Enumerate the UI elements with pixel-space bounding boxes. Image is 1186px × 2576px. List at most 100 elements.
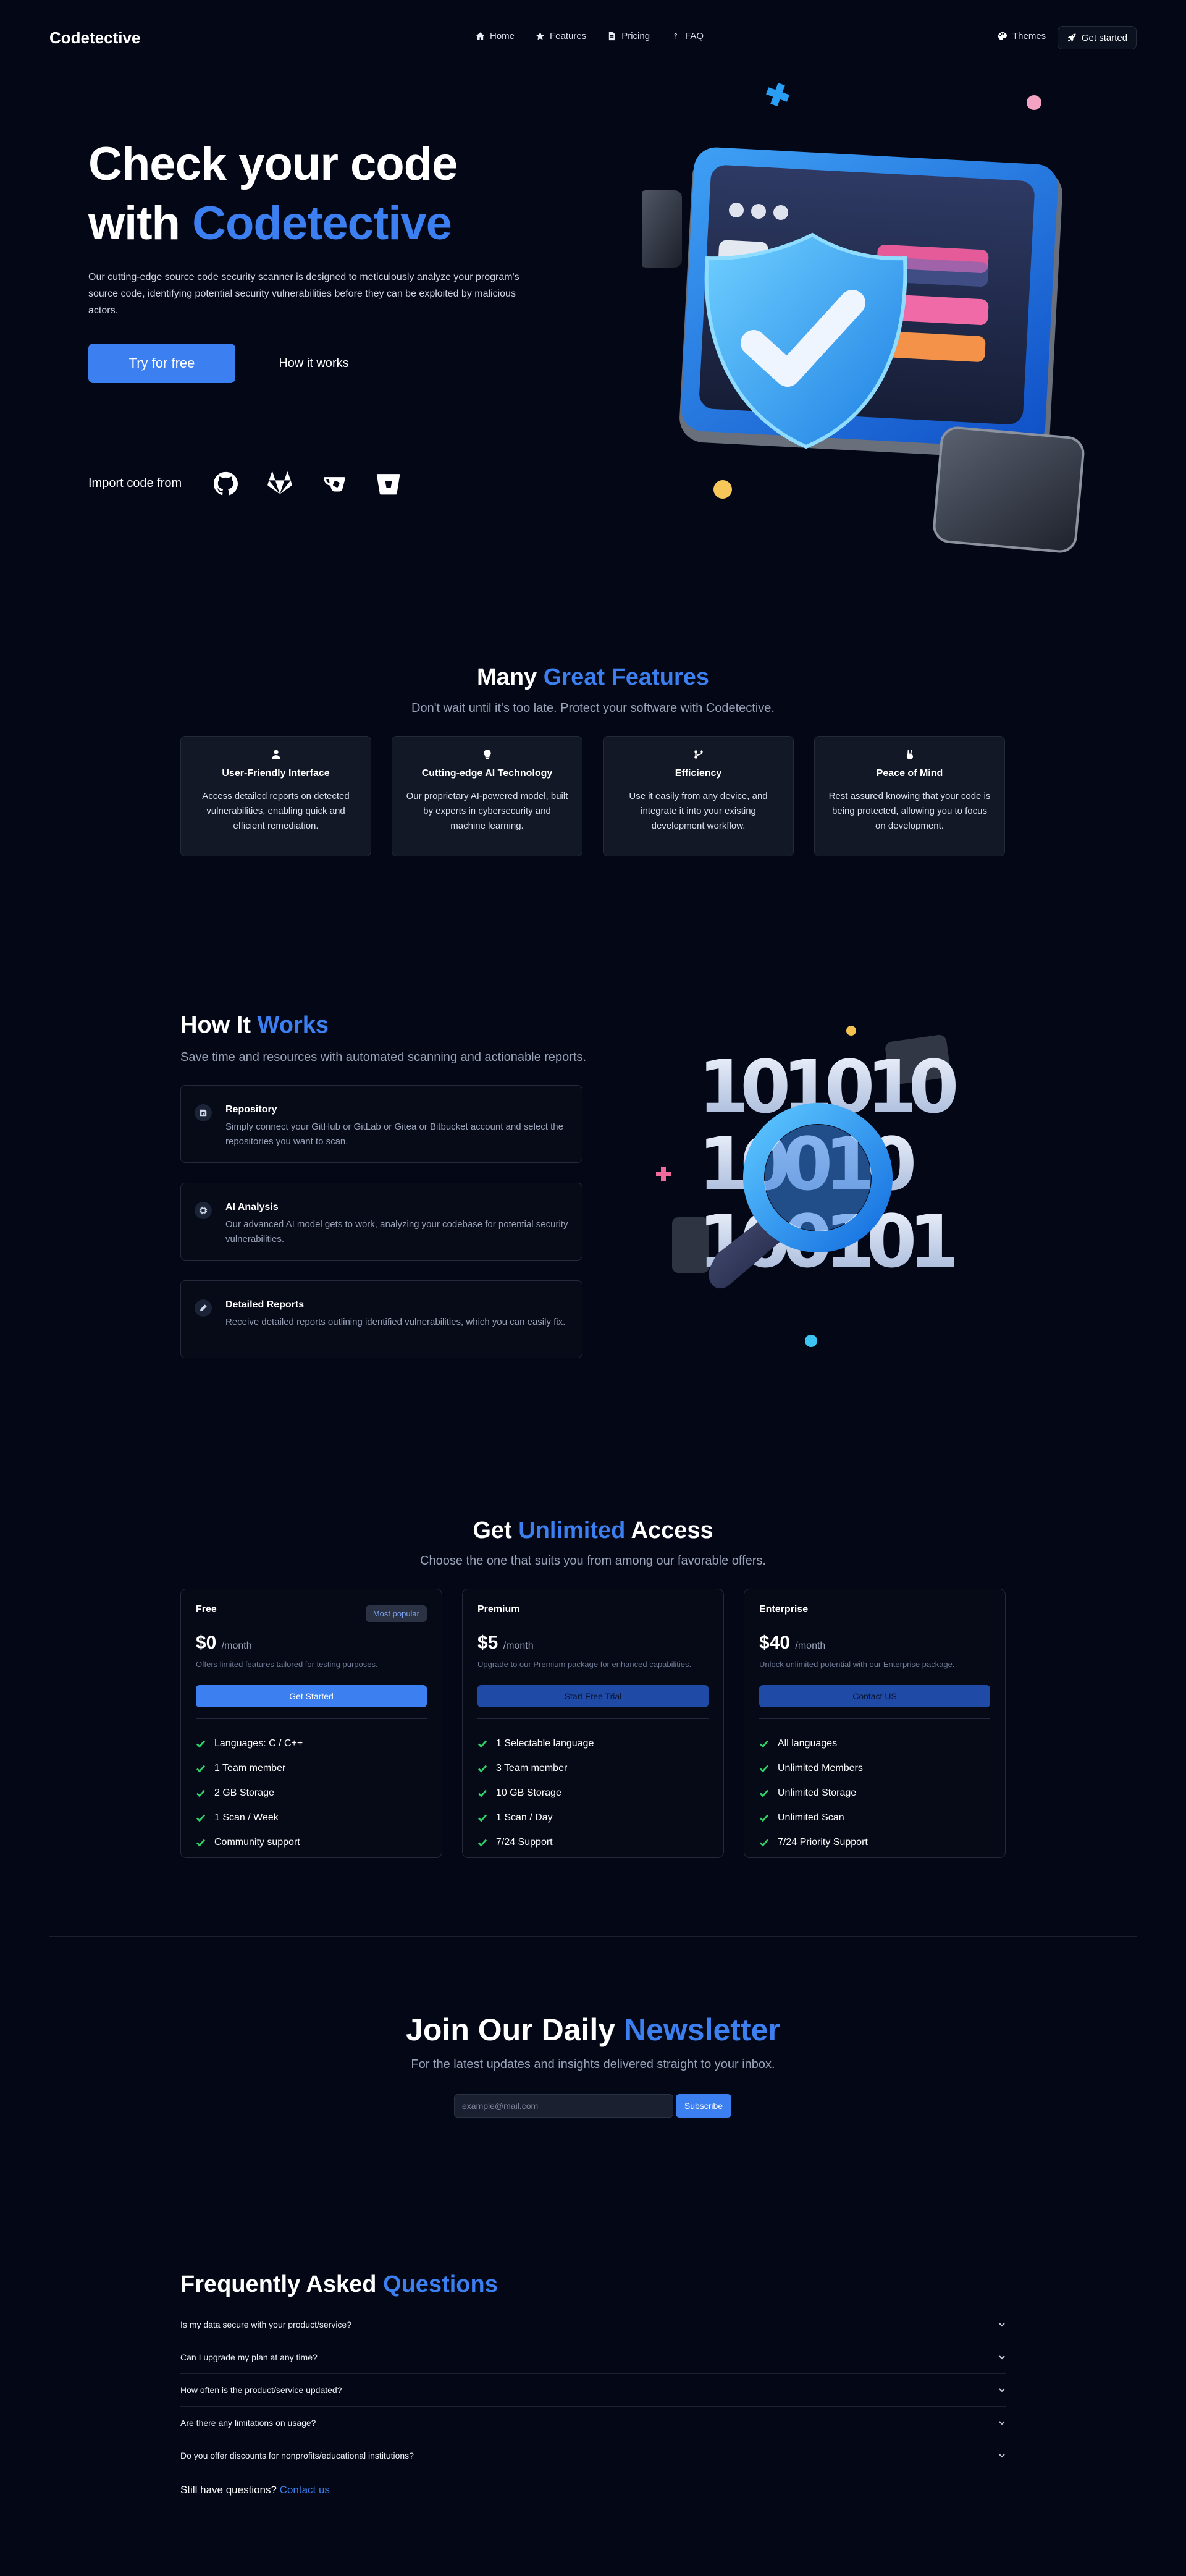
- try-for-free-button[interactable]: Try for free: [88, 344, 235, 383]
- faq-item[interactable]: Is my data secure with your product/serv…: [180, 2308, 1006, 2341]
- check-icon: [760, 1765, 769, 1773]
- still-have-questions: Still have questions? Contact us: [180, 2484, 330, 2496]
- brand-logo[interactable]: Codetective: [49, 28, 140, 48]
- feature-card: User-Friendly Interface Access detailed …: [180, 736, 371, 856]
- check-icon: [196, 1765, 206, 1773]
- plan-feature: All languages: [759, 1731, 990, 1756]
- plan-feature-text: Languages: C / C++: [214, 1738, 303, 1749]
- features-title-accent: Great Features: [543, 664, 709, 690]
- feature-text: Our proprietary AI-powered model, built …: [406, 791, 568, 831]
- how-it-works-subtitle: Save time and resources with automated s…: [180, 1050, 587, 1064]
- themes-label: Themes: [1012, 31, 1046, 41]
- get-started-plan-button[interactable]: Get Started: [196, 1685, 427, 1707]
- peace-hand-icon: [906, 750, 913, 759]
- plan-description: Unlock unlimited potential with our Ente…: [759, 1660, 955, 1669]
- features-title-plain: Many: [477, 664, 537, 690]
- price-value: $0: [196, 1632, 217, 1653]
- plan-feature-text: Unlimited Members: [778, 1763, 863, 1773]
- newsletter-title: Join Our Daily Newsletter: [0, 2012, 1186, 2048]
- newsletter-email-input[interactable]: [454, 2094, 673, 2118]
- step-text: Receive detailed reports outlining ident…: [225, 1317, 566, 1327]
- plan-price: $5 /month: [477, 1632, 709, 1653]
- themes-toggle[interactable]: Themes: [998, 31, 1046, 41]
- get-started-button[interactable]: Get started: [1058, 26, 1137, 49]
- pricing-cards: Free Most popular $0 /month Offers limit…: [180, 1589, 1006, 1858]
- pink-plus-decoration: [656, 1167, 671, 1181]
- plan-name: Premium: [477, 1604, 520, 1615]
- cyan-sphere-decoration: [805, 1335, 817, 1347]
- nav-faq-link[interactable]: FAQ: [671, 31, 704, 41]
- plan-feature: Unlimited Storage: [759, 1781, 990, 1805]
- most-popular-badge: Most popular: [365, 1605, 427, 1622]
- plan-divider: [196, 1718, 427, 1719]
- plan-card-free: Free Most popular $0 /month Offers limit…: [180, 1589, 442, 1858]
- nav-links: Home Features Pricing FAQ: [476, 31, 704, 41]
- faq-question: How often is the product/service updated…: [180, 2385, 342, 2395]
- faq-title-accent: Questions: [383, 2271, 498, 2297]
- plan-card-premium: Premium $5 /month Upgrade to our Premium…: [462, 1589, 724, 1858]
- feature-card: Efficiency Use it easily from any device…: [603, 736, 794, 856]
- magnifier-binary-illustration: 101010 10010 100101: [656, 1026, 965, 1347]
- plan-feature: Unlimited Members: [759, 1756, 990, 1781]
- check-icon: [478, 1839, 487, 1847]
- get-started-label: Get started: [1081, 32, 1128, 43]
- pricing-title: Get Unlimited Access: [0, 1518, 1186, 1544]
- plan-feature: 2 GB Storage: [196, 1781, 427, 1805]
- glass-card-right: [933, 426, 1085, 553]
- gitlab-icon[interactable]: [267, 471, 292, 496]
- nav-features-link[interactable]: Features: [536, 31, 586, 41]
- plus-decoration: [766, 83, 789, 106]
- bitbucket-icon[interactable]: [376, 471, 401, 496]
- rocket-icon: [1067, 33, 1076, 42]
- gitea-icon[interactable]: [322, 471, 347, 496]
- shield-laptop-illustration: [642, 83, 1085, 553]
- hero-title-line2: with Codetective: [88, 194, 457, 253]
- faq-item[interactable]: How often is the product/service updated…: [180, 2374, 1006, 2407]
- nav-home-link[interactable]: Home: [476, 31, 515, 41]
- plan-divider: [759, 1718, 990, 1719]
- step-detailed-reports: Detailed Reports Receive detailed report…: [180, 1280, 582, 1358]
- faq-item[interactable]: Are there any limitations on usage?: [180, 2407, 1006, 2439]
- faq-question: Are there any limitations on usage?: [180, 2418, 316, 2428]
- plan-feature: Unlimited Scan: [759, 1805, 990, 1830]
- chevron-down-icon: [999, 2388, 1005, 2392]
- plan-feature: 7/24 Priority Support: [759, 1830, 990, 1855]
- start-free-trial-button[interactable]: Start Free Trial: [477, 1685, 709, 1707]
- plan-feature-text: Unlimited Storage: [778, 1788, 857, 1798]
- faq-question: Can I upgrade my plan at any time?: [180, 2352, 318, 2362]
- ai-chip-icon: [195, 1202, 212, 1219]
- section-divider: [49, 1936, 1137, 1937]
- github-icon[interactable]: [213, 471, 238, 496]
- plan-feature-text: 1 Team member: [214, 1763, 286, 1773]
- contact-us-link[interactable]: Contact us: [280, 2484, 330, 2496]
- contact-us-button[interactable]: Contact US: [759, 1685, 990, 1707]
- nav-pricing-link[interactable]: Pricing: [607, 31, 650, 41]
- feature-cards: User-Friendly Interface Access detailed …: [180, 736, 1005, 856]
- star-icon: [536, 32, 545, 40]
- faq-item[interactable]: Do you offer discounts for nonprofits/ed…: [180, 2439, 1006, 2472]
- plan-feature: 1 Team member: [196, 1756, 427, 1781]
- subscribe-button[interactable]: Subscribe: [676, 2094, 731, 2118]
- chevron-down-icon: [999, 2421, 1005, 2425]
- pricing-title-plain: Get: [473, 1518, 512, 1543]
- magnifier-lens: [765, 1125, 871, 1231]
- nav-home-label: Home: [490, 31, 515, 41]
- plan-name: Enterprise: [759, 1604, 809, 1615]
- nav-pricing-label: Pricing: [621, 31, 650, 41]
- how-title-plain: How It: [180, 1012, 251, 1038]
- faq-title: Frequently Asked Questions: [180, 2271, 498, 2298]
- check-icon: [478, 1765, 487, 1773]
- plan-feature: 1 Scan / Week: [196, 1805, 427, 1830]
- plan-feature-text: 1 Scan / Day: [496, 1812, 553, 1823]
- check-icon: [196, 1814, 206, 1822]
- feature-title: Cutting-edge AI Technology: [421, 768, 553, 779]
- pricing-title-end: Access: [631, 1518, 713, 1543]
- how-it-works-button[interactable]: How it works: [271, 344, 357, 383]
- check-icon: [196, 1740, 206, 1748]
- check-icon: [760, 1789, 769, 1797]
- check-icon: [760, 1740, 769, 1748]
- step-title: AI Analysis: [225, 1202, 279, 1212]
- faq-item[interactable]: Can I upgrade my plan at any time?: [180, 2341, 1006, 2374]
- check-icon: [478, 1814, 487, 1822]
- check-icon: [478, 1740, 487, 1748]
